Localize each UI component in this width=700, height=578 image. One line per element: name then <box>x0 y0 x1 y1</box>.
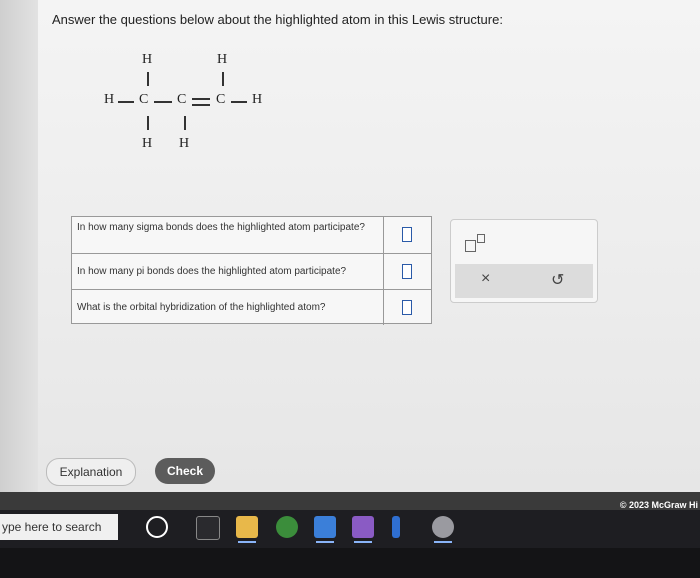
bond-vertical <box>184 116 186 130</box>
explanation-button[interactable]: Explanation <box>46 458 136 486</box>
toolbar-button-row: × ↺ <box>455 264 593 298</box>
atom-h-top-left: H <box>142 52 153 67</box>
question-hybridization-text: What is the orbital hybridization of the… <box>77 302 326 313</box>
superscript-icon[interactable] <box>465 234 485 252</box>
question-row: In how many pi bonds does the highlighte… <box>72 253 431 289</box>
bond-vertical <box>222 72 224 86</box>
atom-h-bottom-mid: H <box>179 136 190 151</box>
copyright-text: © 2023 McGraw Hi <box>619 500 698 510</box>
question-sigma-text: In how many sigma bonds does the highlig… <box>77 222 365 233</box>
app-icon-small[interactable] <box>392 516 400 538</box>
file-explorer-icon[interactable] <box>236 516 258 543</box>
bond-vertical <box>147 72 149 86</box>
bond-vertical <box>147 116 149 130</box>
atom-c-1: C <box>139 92 149 107</box>
pi-answer-input[interactable] <box>402 264 412 279</box>
bond-single <box>118 101 134 103</box>
footer-band <box>0 492 700 510</box>
bond-double-bottom <box>192 104 210 106</box>
atom-h-left: H <box>104 92 115 107</box>
left-strip <box>0 0 38 492</box>
question-row: In how many sigma bonds does the highlig… <box>72 217 431 253</box>
answer-cell <box>383 290 431 325</box>
check-button[interactable]: Check <box>155 458 215 484</box>
question-row: What is the orbital hybridization of the… <box>72 289 431 325</box>
answer-cell <box>383 254 431 289</box>
atom-h-bottom-left: H <box>142 136 153 151</box>
app-icon-round[interactable] <box>432 516 454 543</box>
assignment-page: Answer the questions below about the hig… <box>0 0 700 492</box>
atom-h-top-right: H <box>217 52 228 67</box>
task-view-icon[interactable] <box>196 516 220 540</box>
atom-c-3: C <box>216 92 226 107</box>
atom-c-2: C <box>177 92 187 107</box>
question-pi-text: In how many pi bonds does the highlighte… <box>77 266 347 277</box>
monitor-bezel <box>0 548 700 578</box>
notification-app-icon[interactable] <box>352 516 374 543</box>
bond-single <box>231 101 247 103</box>
sigma-answer-input[interactable] <box>402 227 412 242</box>
questions-table: In how many sigma bonds does the highlig… <box>71 216 432 325</box>
answer-cell <box>383 217 431 253</box>
app-icon[interactable] <box>314 516 336 543</box>
bond-single <box>154 101 172 103</box>
chrome-icon[interactable] <box>276 516 298 538</box>
taskbar-search-input[interactable]: ype here to search <box>0 514 118 540</box>
undo-icon[interactable]: ↺ <box>551 270 564 290</box>
clear-icon[interactable]: × <box>481 270 490 288</box>
atom-h-right: H <box>252 92 263 107</box>
hybridization-answer-input[interactable] <box>402 300 412 315</box>
bond-double-top <box>192 98 210 100</box>
question-prompt: Answer the questions below about the hig… <box>52 12 503 27</box>
cortana-icon[interactable] <box>146 516 168 538</box>
lewis-structure: H H H C C C H H H <box>96 48 296 158</box>
answer-toolbar: × ↺ <box>450 219 598 303</box>
